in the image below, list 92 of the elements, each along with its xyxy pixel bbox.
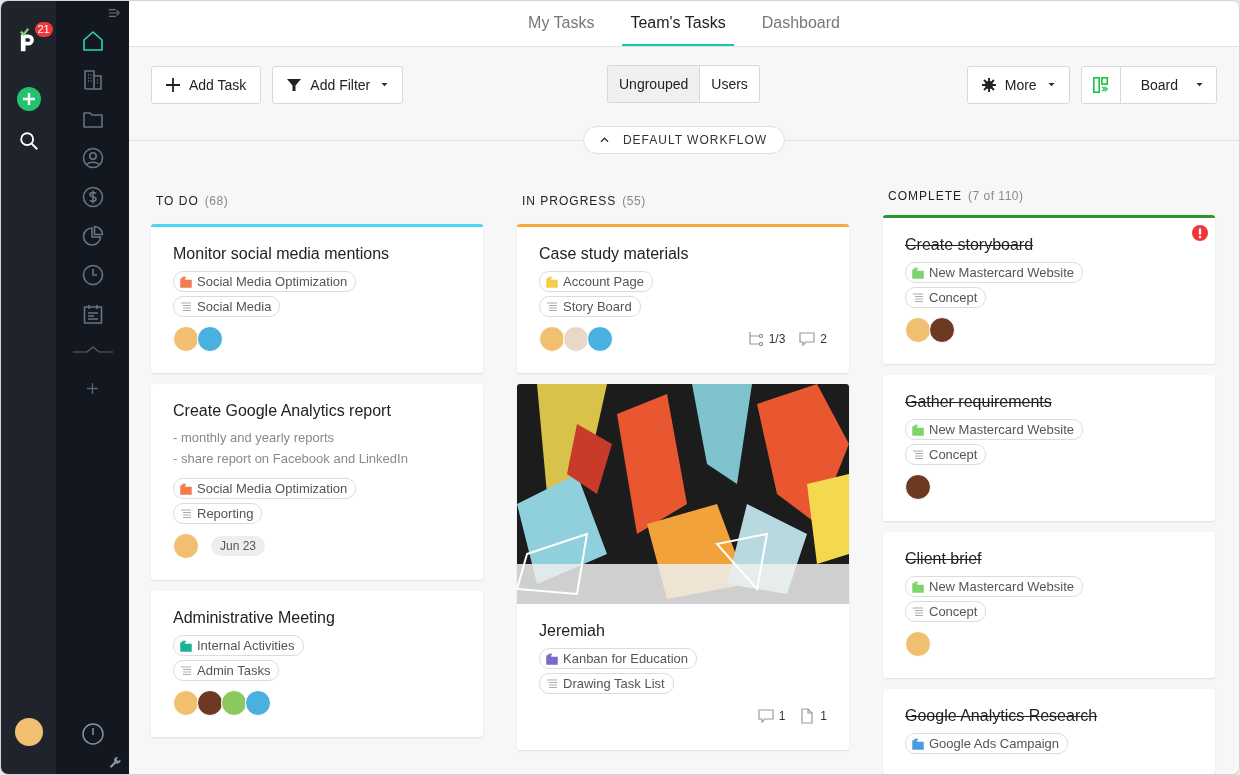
card-title: Create Google Analytics report <box>173 402 392 420</box>
task-card[interactable]: Jeremiah Kanban for Education Drawing Task List 1 1 <box>517 384 849 750</box>
list-icon <box>912 291 924 304</box>
due-date: Jun 23 <box>211 536 266 556</box>
wrench-icon[interactable] <box>108 755 121 768</box>
list-icon <box>912 605 924 618</box>
workflow-toggle[interactable]: DEFAULT WORKFLOW <box>582 126 786 154</box>
search-icon[interactable] <box>17 130 40 152</box>
user-avatar[interactable] <box>14 718 43 746</box>
project-tag[interactable]: Internal Activities <box>173 635 304 656</box>
task-card[interactable]: Google Analytics Research Google Ads Campaign <box>883 689 1215 774</box>
project-tag[interactable]: New Mastercard Website <box>905 262 1083 283</box>
assignee-avatar[interactable] <box>197 690 223 716</box>
task-card[interactable]: Monitor social media mentions Social Media Optimization Social Media <box>151 224 483 373</box>
add-task-button[interactable]: Add Task <box>151 65 262 104</box>
column-count: (7 of 110) <box>968 189 1024 203</box>
task-card[interactable]: Case study materials Account Page Story Board 1/3 2 <box>517 224 849 373</box>
comments-count: 2 <box>820 332 827 346</box>
more-button[interactable]: More <box>966 65 1070 104</box>
task-card[interactable]: Create storyboard New Mastercard Website Concept <box>883 215 1215 364</box>
list-icon <box>546 300 558 313</box>
list-tag[interactable]: Drawing Task List <box>539 673 674 694</box>
card-title: Gather requirements <box>905 393 1053 411</box>
files-count: 1 <box>820 709 827 723</box>
card-title: Jeremiah <box>539 622 606 640</box>
file-icon <box>799 708 816 724</box>
assignee-avatar[interactable] <box>905 474 931 500</box>
list-tag[interactable]: Social Media <box>173 296 281 317</box>
comment-icon <box>757 708 774 724</box>
list-icon <box>912 448 924 461</box>
card-title: Case study materials <box>539 245 690 263</box>
card-note: - share report on Facebook and LinkedIn <box>173 450 409 468</box>
list-icon <box>180 300 192 313</box>
comment-icon <box>799 331 816 347</box>
task-card[interactable]: Client brief New Mastercard Website Concept <box>883 532 1215 678</box>
clock-icon[interactable] <box>80 263 105 287</box>
list-tag[interactable]: Admin Tasks <box>173 660 280 681</box>
project-tag[interactable]: Account Page <box>539 271 653 292</box>
list-tag[interactable]: Concept <box>905 601 987 622</box>
caret-up-icon <box>599 137 609 143</box>
column-title: TO DO <box>156 193 199 208</box>
card-title: Monitor social media mentions <box>173 245 391 263</box>
caret-icon <box>1196 82 1203 87</box>
list-tag[interactable]: Story Board <box>539 296 641 317</box>
pie-icon[interactable] <box>80 224 105 248</box>
column-title: IN PROGRESS <box>522 193 617 208</box>
list-tag[interactable]: Concept <box>905 287 987 308</box>
project-tag[interactable]: Social Media Optimization <box>173 478 357 499</box>
person-icon[interactable] <box>80 146 105 170</box>
tab[interactable]: My Tasks <box>520 1 603 46</box>
column-title: COMPLETE <box>888 189 962 203</box>
notification-badge: 21 <box>34 22 53 37</box>
grouping-option[interactable]: Ungrouped <box>607 65 701 103</box>
task-card[interactable]: Administrative Meeting Internal Activities Admin Tasks <box>151 591 483 737</box>
list-icon <box>546 677 558 690</box>
task-card[interactable]: Create Google Analytics report - monthly and yearly reports - share report on Facebook and LinkedIn Social Media Optimization Reporting Jun 23 <box>151 384 483 580</box>
filter-icon <box>287 77 302 92</box>
card-title: Administrative Meeting <box>173 609 336 627</box>
tab[interactable]: Team's Tasks <box>622 1 734 46</box>
grouping-option[interactable]: Users <box>700 65 760 103</box>
project-tag[interactable]: New Mastercard Website <box>905 419 1083 440</box>
plus-icon <box>166 77 180 92</box>
list-icon <box>180 664 192 677</box>
tab[interactable]: Dashboard <box>753 1 848 46</box>
card-note: - monthly and yearly reports <box>173 429 336 447</box>
expand-divider-icon[interactable] <box>72 345 113 355</box>
assignee-avatar[interactable] <box>929 317 955 343</box>
dollar-icon[interactable] <box>80 185 105 209</box>
caret-icon <box>381 82 389 87</box>
column-count: (55) <box>622 193 646 208</box>
card-title: Create storyboard <box>905 236 1035 254</box>
list-icon <box>180 507 192 520</box>
caret-icon <box>1047 82 1055 87</box>
task-card[interactable]: Gather requirements New Mastercard Website Concept <box>883 375 1215 521</box>
card-title: Google Analytics Research <box>905 707 1099 725</box>
add-filter-button[interactable]: Add Filter <box>272 65 404 104</box>
collapse-icon[interactable] <box>107 7 121 19</box>
info-icon[interactable] <box>80 722 105 746</box>
project-tag[interactable]: Google Ads Campaign <box>905 733 1069 754</box>
gear-icon <box>981 77 996 92</box>
comments-count: 1 <box>778 709 786 723</box>
column-count: (68) <box>204 193 229 208</box>
list-tag[interactable]: Reporting <box>173 503 263 524</box>
subtasks-count: 1/3 <box>768 332 786 346</box>
project-tag[interactable]: New Mastercard Website <box>905 576 1083 597</box>
list-tag[interactable]: Concept <box>905 444 987 465</box>
home-icon[interactable] <box>80 29 105 53</box>
subtasks-icon <box>747 331 764 347</box>
project-tag[interactable]: Kanban for Education <box>539 648 698 669</box>
add-icon[interactable] <box>15 86 42 112</box>
project-tag[interactable]: Social Media Optimization <box>173 271 357 292</box>
card-title: Client brief <box>905 550 983 568</box>
